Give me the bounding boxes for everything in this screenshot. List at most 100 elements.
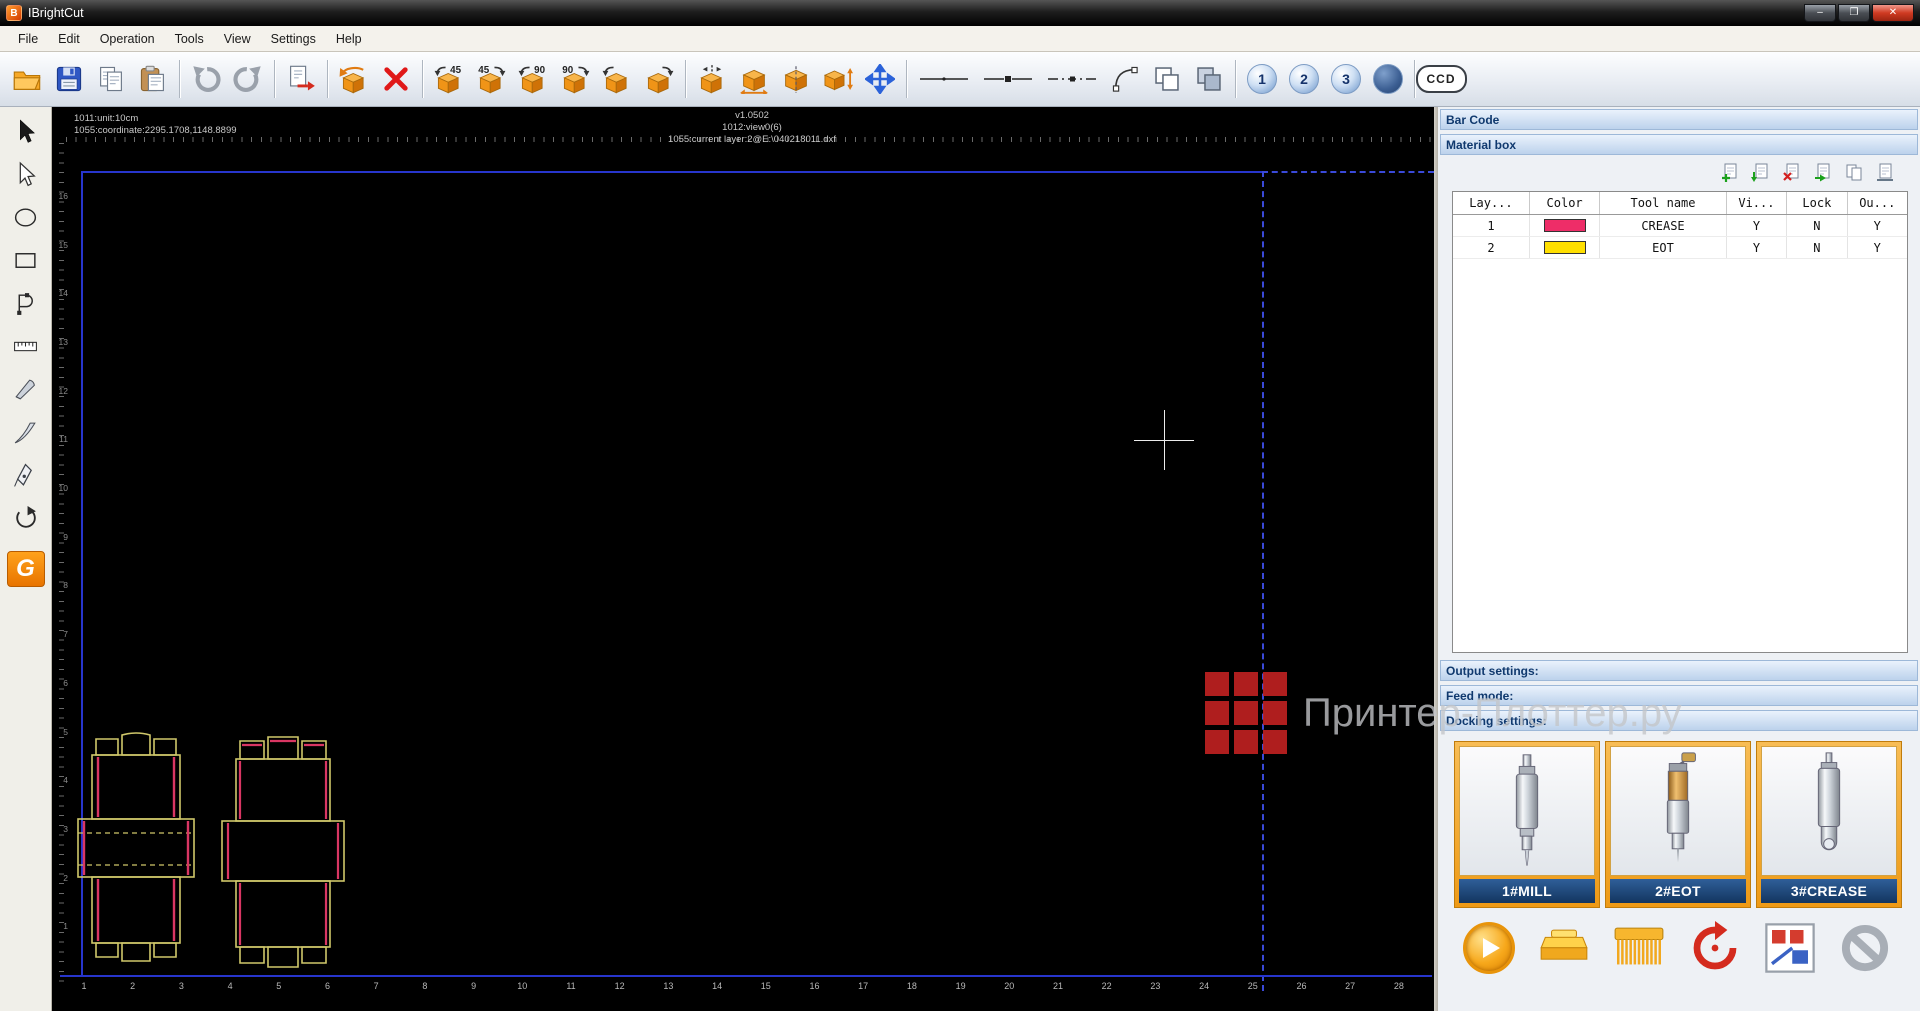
feed-button[interactable] bbox=[1537, 920, 1591, 976]
ruler-number-h: 13 bbox=[657, 981, 679, 991]
minimize-button[interactable]: – bbox=[1804, 4, 1836, 22]
mirror-vertical-button[interactable] bbox=[817, 57, 859, 101]
ruler-number-v: 4 bbox=[52, 775, 68, 785]
layer-visible: Y bbox=[1727, 237, 1787, 258]
mirror-copy-button[interactable] bbox=[775, 57, 817, 101]
copy-material-button[interactable] bbox=[1843, 162, 1865, 184]
arc-tool-button[interactable] bbox=[1104, 57, 1146, 101]
rotate-90-cw-button[interactable]: 90 bbox=[554, 57, 596, 101]
add-material-button[interactable] bbox=[1719, 162, 1741, 184]
path-tool[interactable] bbox=[7, 285, 45, 321]
view-1-button[interactable]: 1 bbox=[1241, 57, 1283, 101]
menu-view[interactable]: View bbox=[214, 28, 261, 50]
line-style-solid-button[interactable] bbox=[912, 57, 976, 101]
maximize-button[interactable]: ❐ bbox=[1838, 4, 1870, 22]
layout-button[interactable] bbox=[1763, 920, 1817, 976]
insert-material-button[interactable] bbox=[1750, 162, 1772, 184]
bar-code-header[interactable]: Bar Code bbox=[1440, 109, 1918, 130]
material-box-header[interactable]: Material box bbox=[1440, 134, 1918, 155]
rotate-90-ccw-button[interactable]: 90 bbox=[512, 57, 554, 101]
status-coordinate: 1055:coordinate:2295.1708,1148.8899 bbox=[74, 125, 237, 137]
output-button[interactable] bbox=[280, 57, 322, 101]
menu-operation[interactable]: Operation bbox=[90, 28, 165, 50]
drawing-canvas[interactable]: 1011:unit:10cm 1055:coordinate:2295.1708… bbox=[52, 107, 1434, 1011]
material-table: Lay...ColorTool nameVi...LockOu... 1CREA… bbox=[1452, 191, 1908, 653]
view-number: 2 bbox=[1289, 64, 1319, 94]
work-area-border-top bbox=[81, 171, 1262, 173]
mirror-horizontal-button[interactable] bbox=[733, 57, 775, 101]
docking-tools: 1#MILL2#EOT3#CREASE bbox=[1440, 735, 1918, 908]
status-view: 1012:view0(6) bbox=[582, 122, 922, 134]
redo-button[interactable] bbox=[227, 57, 269, 101]
material-col-header: Vi... bbox=[1727, 192, 1787, 214]
rotate-free-cw-button[interactable] bbox=[638, 57, 680, 101]
menu-settings[interactable]: Settings bbox=[261, 28, 326, 50]
copy-button[interactable] bbox=[90, 57, 132, 101]
ruler-number-h: 28 bbox=[1388, 981, 1410, 991]
move-button[interactable] bbox=[859, 57, 901, 101]
feed-mode-header[interactable]: Feed mode: bbox=[1440, 685, 1918, 706]
docking-tool-card-eot[interactable]: 2#EOT bbox=[1605, 741, 1751, 908]
ruler-number-v: 9 bbox=[52, 532, 68, 542]
toolbar-separator bbox=[685, 60, 686, 98]
clean-button[interactable] bbox=[1612, 920, 1666, 976]
status-layer: 1055:current layer:2@E:\040218011.dxf bbox=[582, 134, 922, 146]
dieline-drawing[interactable] bbox=[64, 725, 412, 977]
ccd-button[interactable]: CCD bbox=[1420, 57, 1462, 101]
stop-button[interactable] bbox=[1838, 920, 1892, 976]
ruler-number-h: 4 bbox=[219, 981, 241, 991]
view-number: 3 bbox=[1331, 64, 1361, 94]
output-settings-header[interactable]: Output settings: bbox=[1440, 660, 1918, 681]
layer-color-swatch[interactable] bbox=[1544, 241, 1586, 254]
undo-button[interactable] bbox=[185, 57, 227, 101]
material-row[interactable]: 2EOTYNY bbox=[1453, 237, 1907, 259]
menu-file[interactable]: File bbox=[8, 28, 48, 50]
rectangle-tool[interactable] bbox=[7, 242, 45, 278]
docking-settings-header[interactable]: Docking settings: bbox=[1440, 710, 1918, 731]
docking-tool-card-crease[interactable]: 3#CREASE bbox=[1756, 741, 1902, 908]
rotate-object-button[interactable] bbox=[333, 57, 375, 101]
open-button[interactable] bbox=[6, 57, 48, 101]
menu-help[interactable]: Help bbox=[326, 28, 372, 50]
measure-tool[interactable] bbox=[7, 328, 45, 364]
node-select-tool[interactable] bbox=[7, 156, 45, 192]
save-button[interactable] bbox=[48, 57, 90, 101]
line-style-dash-button[interactable] bbox=[976, 57, 1040, 101]
select-tool[interactable] bbox=[7, 113, 45, 149]
origin-button[interactable] bbox=[1688, 920, 1742, 976]
material-row[interactable]: 1CREASEYNY bbox=[1453, 215, 1907, 237]
paste-button[interactable] bbox=[132, 57, 174, 101]
rotate-view-tool[interactable] bbox=[7, 500, 45, 536]
ellipse-tool[interactable] bbox=[7, 199, 45, 235]
split-object-button[interactable] bbox=[691, 57, 733, 101]
ruler-number-h: 3 bbox=[170, 981, 192, 991]
export-material-button[interactable] bbox=[1812, 162, 1834, 184]
blade-tool[interactable] bbox=[7, 414, 45, 450]
ruler-number-h: 18 bbox=[901, 981, 923, 991]
view-3-button[interactable]: 3 bbox=[1325, 57, 1367, 101]
ruler-number-v: 14 bbox=[52, 288, 68, 298]
delete-button[interactable] bbox=[375, 57, 417, 101]
knife-tool[interactable] bbox=[7, 371, 45, 407]
rotate-free-ccw-button[interactable] bbox=[596, 57, 638, 101]
rotate-45-cw-button[interactable]: 45 bbox=[470, 57, 512, 101]
menu-tools[interactable]: Tools bbox=[165, 28, 214, 50]
close-button[interactable]: ✕ bbox=[1872, 4, 1914, 22]
material-list-button[interactable] bbox=[1874, 162, 1896, 184]
layer-color-swatch[interactable] bbox=[1544, 219, 1586, 232]
ungroup-button[interactable] bbox=[1188, 57, 1230, 101]
delete-material-button[interactable] bbox=[1781, 162, 1803, 184]
line-style-dashdot-button[interactable] bbox=[1040, 57, 1104, 101]
material-col-header: Lay... bbox=[1453, 192, 1530, 214]
canvas-status-left: 1011:unit:10cm 1055:coordinate:2295.1708… bbox=[74, 113, 237, 137]
pen-tool[interactable] bbox=[7, 457, 45, 493]
group-button[interactable] bbox=[1146, 57, 1188, 101]
rotate-45-ccw-button[interactable]: 45 bbox=[428, 57, 470, 101]
app-window: B IBrightCut – ❐ ✕ FileEditOperationTool… bbox=[0, 0, 1920, 1011]
start-button[interactable] bbox=[1462, 920, 1516, 976]
view-2-button[interactable]: 2 bbox=[1283, 57, 1325, 101]
ruler-number-v: 7 bbox=[52, 629, 68, 639]
docking-tool-card-mill[interactable]: 1#MILL bbox=[1454, 741, 1600, 908]
view-4-button[interactable] bbox=[1367, 57, 1409, 101]
menu-edit[interactable]: Edit bbox=[48, 28, 90, 50]
